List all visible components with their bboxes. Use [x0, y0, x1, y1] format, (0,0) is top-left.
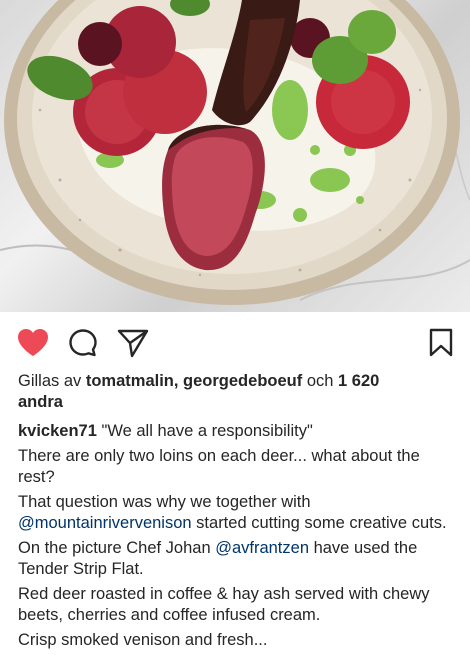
- post-text: Gillas av tomatmalin, georgedeboeuf och …: [18, 371, 458, 655]
- action-bar: [0, 318, 470, 366]
- comment-icon[interactable]: [68, 328, 98, 363]
- caption-text: started cutting some creative cuts.: [191, 514, 447, 532]
- liker-username[interactable]: tomatmalin: [86, 372, 174, 390]
- caption-paragraph: There are only two loins on each deer...…: [18, 447, 420, 486]
- post-photo[interactable]: [0, 0, 470, 312]
- liker-username[interactable]: georgedeboeuf: [183, 372, 302, 390]
- caption-paragraph: On the picture Chef Johan @avfrantzen ha…: [18, 538, 458, 580]
- caption-username[interactable]: kvicken71: [18, 422, 97, 440]
- heart-icon[interactable]: [17, 328, 49, 362]
- caption-paragraph: Red deer roasted in coffee & hay ash ser…: [18, 585, 430, 624]
- caption-paragraph: Crisp smoked venison and fresh...: [18, 631, 268, 649]
- mention-link[interactable]: @avfrantzen: [215, 539, 309, 557]
- caption-text: That question was why we together with: [18, 493, 311, 511]
- plated-venison-dish: [0, 0, 470, 305]
- likes-summary: Gillas av tomatmalin, georgedeboeuf och …: [18, 371, 458, 413]
- mention-link[interactable]: @mountainrivervenison: [18, 514, 192, 532]
- direct-share-icon[interactable]: [117, 328, 149, 363]
- likes-conjunction: och: [302, 372, 339, 390]
- caption-paragraph: That question was why we together with @…: [18, 492, 458, 534]
- likes-others[interactable]: andra: [18, 393, 63, 411]
- caption-text: On the picture Chef Johan: [18, 539, 216, 557]
- likes-prefix: Gillas av: [18, 372, 86, 390]
- likes-separator: ,: [173, 372, 184, 390]
- caption-quote: "We all have a responsibility": [96, 422, 313, 440]
- likes-count[interactable]: 1 620: [338, 372, 379, 390]
- caption-first-line: kvicken71 "We all have a responsibility": [18, 421, 458, 442]
- bookmark-icon[interactable]: [429, 328, 453, 363]
